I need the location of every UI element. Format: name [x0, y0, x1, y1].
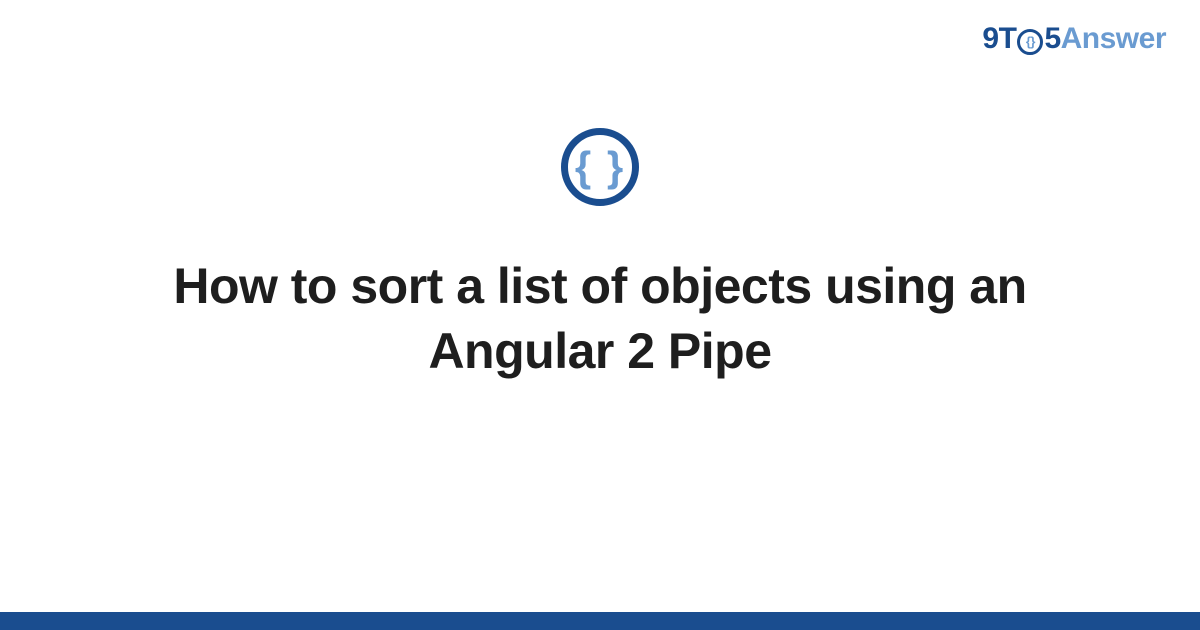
logo-circle-icon: {} [1017, 29, 1043, 55]
logo-text-9t: 9T [982, 22, 1016, 55]
site-logo: 9T{}5Answer [982, 22, 1166, 57]
code-braces-icon: { } [561, 128, 639, 206]
braces-glyph: { } [575, 146, 625, 188]
footer-accent-bar [0, 612, 1200, 630]
logo-text-answer: Answer [1061, 22, 1166, 55]
page-title: How to sort a list of objects using an A… [100, 254, 1100, 384]
main-content: { } How to sort a list of objects using … [0, 128, 1200, 384]
logo-text-5: 5 [1044, 22, 1060, 55]
